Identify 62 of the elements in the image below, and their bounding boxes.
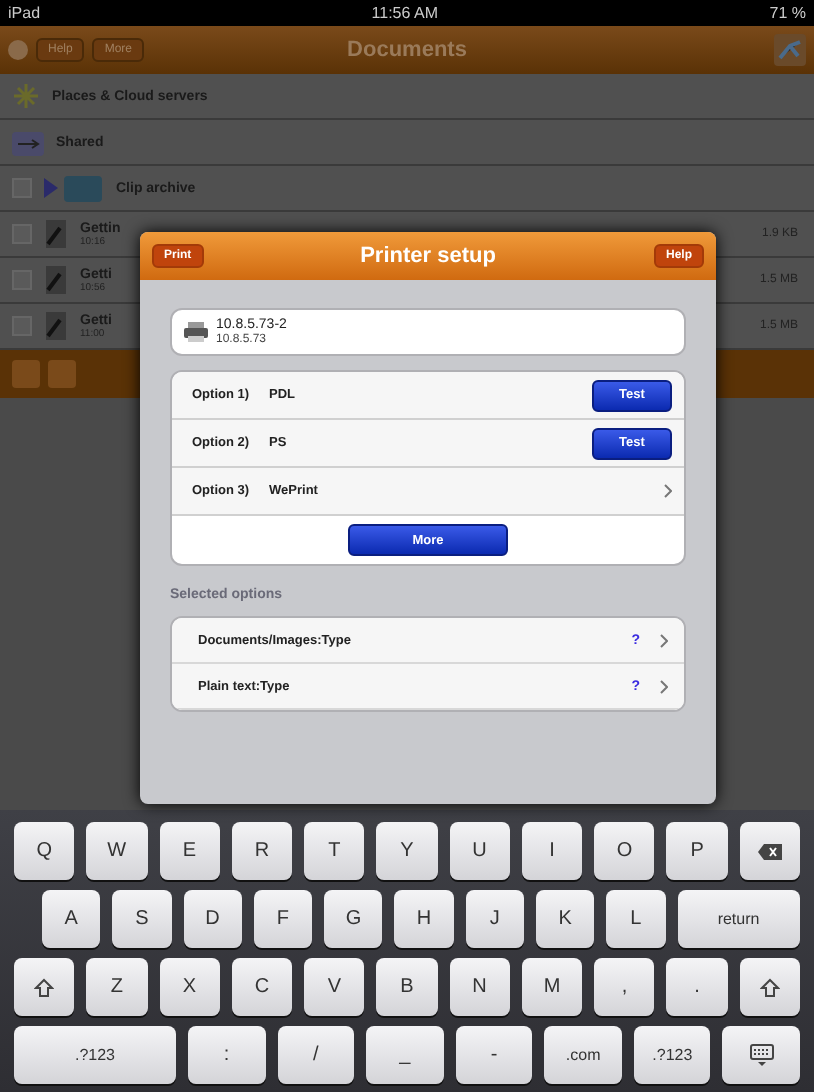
keyboard-key[interactable]: O (594, 822, 655, 880)
keyboard-key[interactable]: D (183, 890, 242, 948)
keyboard-key[interactable]: L (606, 890, 666, 948)
keyboard-key[interactable]: A (42, 890, 101, 948)
document-icon (44, 220, 68, 248)
clock: 11:56 AM (371, 4, 438, 22)
printer-icon (184, 322, 208, 343)
backspace-icon (757, 843, 782, 859)
chevron-icon[interactable] (664, 484, 672, 499)
keyboard-key[interactable]: P (666, 822, 728, 880)
hide-keyboard-key[interactable] (722, 1026, 801, 1084)
keyboard-key[interactable]: J (465, 890, 524, 948)
shift-icon (34, 977, 55, 997)
keyboard-key[interactable]: / (277, 1026, 355, 1084)
chevron-icon[interactable] (660, 679, 668, 694)
keyboard-key[interactable]: Q (14, 822, 75, 880)
keyboard-key[interactable]: Y (376, 822, 438, 880)
shift-key[interactable] (739, 958, 800, 1016)
nav-title: Documents (347, 38, 467, 62)
keyboard-key[interactable]: R (231, 822, 293, 880)
keyboard-key[interactable]: Z (86, 958, 148, 1016)
shift-icon (759, 977, 780, 997)
backspace-key[interactable] (739, 822, 800, 880)
device-name: iPad (8, 4, 41, 22)
keyboard-key[interactable]: E (159, 822, 220, 880)
keyboard-key[interactable]: H (394, 890, 454, 948)
keyboard-key[interactable]: I (521, 822, 583, 880)
network-icon[interactable] (774, 34, 806, 66)
keyboard-key[interactable]: F (253, 890, 313, 948)
keyboard-key[interactable]: - (455, 1026, 533, 1084)
folder-icon (44, 174, 104, 202)
toolbar-button[interactable] (48, 360, 76, 388)
keyboard-key[interactable]: U (449, 822, 510, 880)
keyboard-key[interactable]: _ (366, 1026, 444, 1084)
battery-level: 71 % (769, 4, 806, 22)
shared-folder-icon (12, 129, 44, 155)
toolbar-button[interactable] (12, 360, 40, 388)
info-icon[interactable] (8, 40, 28, 60)
keyboard-key[interactable]: C (231, 958, 293, 1016)
chevron-icon[interactable] (660, 633, 668, 648)
keyboard-key[interactable]: V (304, 958, 365, 1016)
keyboard-key[interactable]: W (86, 822, 148, 880)
keyboard-key[interactable]: N (449, 958, 510, 1016)
keyboard-key[interactable]: .com (544, 1026, 622, 1084)
keyboard-key[interactable]: return (677, 890, 801, 948)
keyboard-key[interactable]: S (112, 890, 172, 948)
dialog-title: Printer setup (360, 244, 496, 268)
keyboard-key[interactable]: : (188, 1026, 266, 1084)
keyboard-key[interactable]: X (159, 958, 220, 1016)
keyboard-key[interactable]: .?123 (14, 1026, 176, 1084)
keyboard-key[interactable]: K (535, 890, 595, 948)
document-icon (44, 312, 68, 340)
keyboard-icon (749, 1044, 774, 1066)
keyboard-key[interactable]: T (304, 822, 365, 880)
document-icon (44, 266, 68, 294)
keyboard-key[interactable]: . (666, 958, 728, 1016)
shift-key[interactable] (14, 958, 75, 1016)
keyboard-key[interactable]: .?123 (633, 1026, 711, 1084)
keyboard-key[interactable]: B (376, 958, 438, 1016)
keyboard-key[interactable]: , (594, 958, 655, 1016)
keyboard-key[interactable]: M (521, 958, 583, 1016)
keyboard-key[interactable]: G (324, 890, 383, 948)
